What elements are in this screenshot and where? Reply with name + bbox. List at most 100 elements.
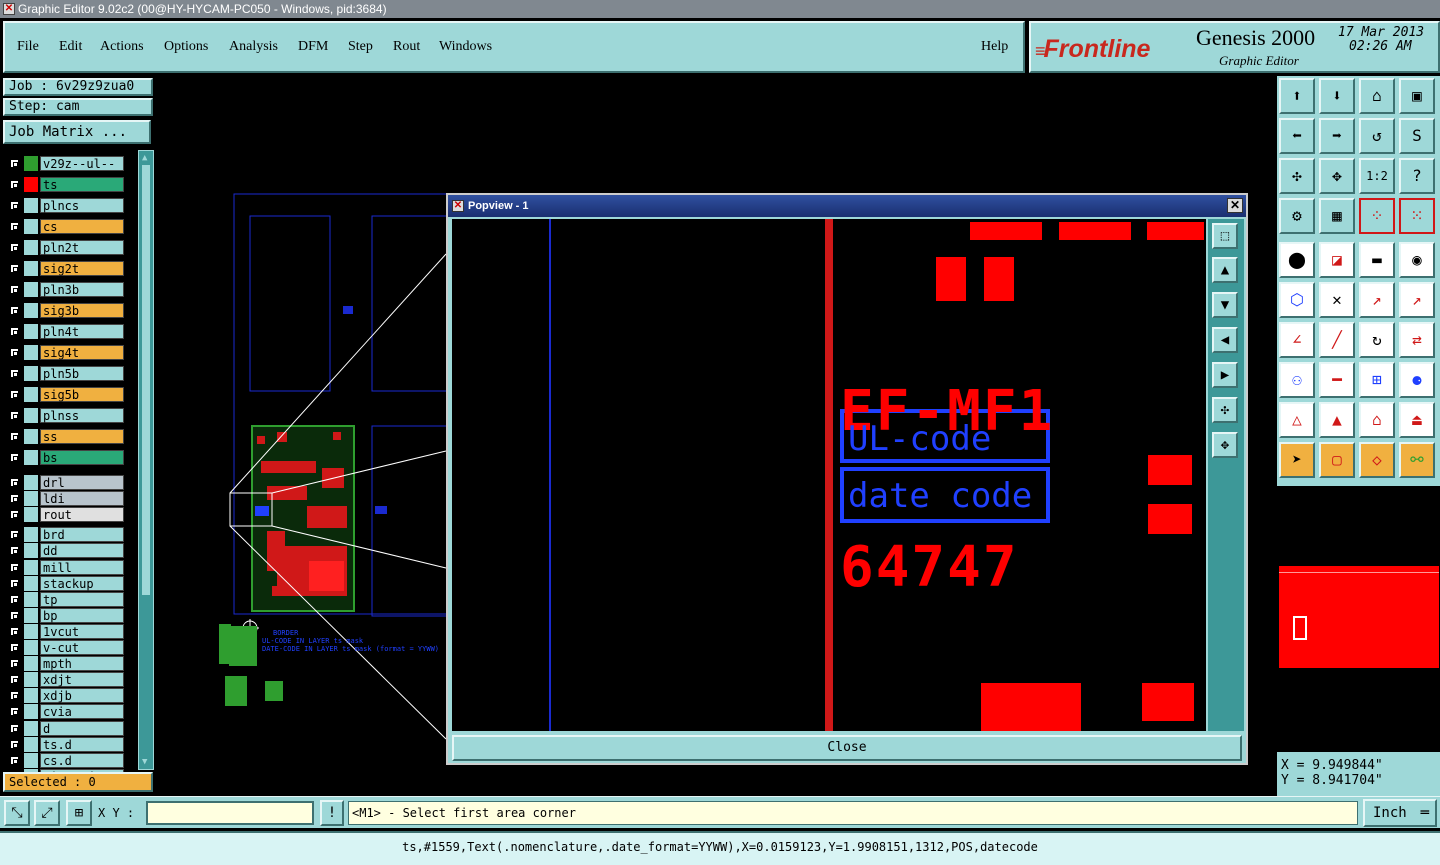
- snap-center-icon[interactable]: ⁙: [1399, 198, 1435, 234]
- layer-color-swatch[interactable]: [24, 575, 38, 591]
- layer-name[interactable]: sig3b: [40, 303, 124, 318]
- add-line-icon[interactable]: ◪: [1319, 242, 1355, 278]
- layer-name[interactable]: ss: [40, 429, 124, 444]
- select-pad-icon[interactable]: ◉: [1399, 242, 1435, 278]
- layer-checkbox[interactable]: [9, 754, 20, 766]
- layer-color-swatch[interactable]: [24, 198, 38, 213]
- layer-color-swatch[interactable]: [24, 324, 38, 339]
- popview-canvas[interactable]: EF-MF1 UL-code date code 64747: [452, 219, 1206, 731]
- measure-tool-icon[interactable]: ⤢: [34, 800, 60, 826]
- layer-checkbox[interactable]: [9, 221, 20, 232]
- layer-name[interactable]: sig4t: [40, 345, 124, 360]
- layer-color-swatch[interactable]: [24, 366, 38, 381]
- layer-name[interactable]: pln3b: [40, 282, 124, 297]
- layer-checkbox[interactable]: [9, 368, 20, 379]
- layer-row[interactable]: cvia: [6, 704, 126, 720]
- layer-checkbox[interactable]: [9, 242, 20, 253]
- move-icon[interactable]: ↗: [1359, 282, 1395, 318]
- layer-name[interactable]: tp: [40, 591, 124, 607]
- layer-color-swatch[interactable]: [24, 607, 38, 623]
- layer-row[interactable]: sig4t: [6, 345, 126, 360]
- layer-row[interactable]: mill: [6, 559, 126, 575]
- layer-color-swatch[interactable]: [24, 656, 38, 672]
- window-icon[interactable]: ▣: [1399, 78, 1435, 114]
- layer-name[interactable]: bp: [40, 607, 124, 623]
- layer-checkbox[interactable]: [9, 545, 20, 557]
- query-icon[interactable]: ?: [1399, 158, 1435, 194]
- layer-row[interactable]: stackup: [6, 575, 126, 591]
- zoom-center-icon[interactable]: ✥: [1319, 158, 1355, 194]
- layer-row[interactable]: pln5b: [6, 366, 126, 381]
- layer-color-swatch[interactable]: [24, 219, 38, 234]
- layer-checkbox[interactable]: [9, 410, 20, 421]
- layer-checkbox[interactable]: [9, 529, 20, 541]
- layer-row[interactable]: v29z--ul--: [6, 156, 126, 171]
- layer-color-swatch[interactable]: [24, 752, 38, 768]
- contour-icon[interactable]: ⌂: [1359, 402, 1395, 438]
- layer-checkbox[interactable]: [9, 158, 20, 169]
- layer-name[interactable]: xdjb: [40, 688, 124, 704]
- layer-color-swatch[interactable]: [24, 240, 38, 255]
- layer-row[interactable]: sig5b: [6, 387, 126, 402]
- layer-color-swatch[interactable]: [24, 156, 38, 171]
- layer-name[interactable]: drl: [40, 475, 124, 490]
- select-box-icon[interactable]: ▢: [1319, 442, 1355, 478]
- zoom-one-to-two-icon[interactable]: 1:2: [1359, 158, 1395, 194]
- connect-icon[interactable]: ⬡: [1279, 282, 1315, 318]
- pan-right-icon[interactable]: ➡: [1319, 118, 1355, 154]
- layer-checkbox[interactable]: [9, 493, 20, 505]
- layer-color-swatch[interactable]: [24, 282, 38, 297]
- xy-input[interactable]: [146, 801, 314, 825]
- layer-name[interactable]: dd: [40, 543, 124, 559]
- redraw-icon[interactable]: S: [1399, 118, 1435, 154]
- layer-color-swatch[interactable]: [24, 429, 38, 444]
- popview-close-button[interactable]: Close: [452, 735, 1242, 761]
- layer-color-swatch[interactable]: [24, 491, 38, 507]
- layer-name[interactable]: bs: [40, 450, 124, 465]
- layer-name[interactable]: brd: [40, 527, 124, 543]
- layer-checkbox[interactable]: [9, 200, 20, 211]
- layer-row[interactable]: xdjt: [6, 672, 126, 688]
- layer-row[interactable]: drl: [6, 475, 126, 490]
- popview-pan-down-icon[interactable]: ▼: [1212, 292, 1238, 318]
- layer-row[interactable]: brd: [6, 527, 126, 543]
- layer-name[interactable]: sig2t: [40, 261, 124, 276]
- layer-row[interactable]: sig2t: [6, 261, 126, 276]
- layer-checkbox[interactable]: [9, 738, 20, 750]
- zoom-fit-icon[interactable]: ✣: [1279, 158, 1315, 194]
- pad-stack-icon[interactable]: ⚇: [1279, 362, 1315, 398]
- zoom-extents-icon[interactable]: ⤡: [4, 800, 30, 826]
- select-net-icon[interactable]: ⚯: [1399, 442, 1435, 478]
- layer-name[interactable]: sig5b: [40, 387, 124, 402]
- delete-icon[interactable]: ✕: [1319, 282, 1355, 318]
- resize-icon[interactable]: ⊞: [1359, 362, 1395, 398]
- layer-row[interactable]: mpth: [6, 656, 126, 672]
- layer-color-swatch[interactable]: [24, 736, 38, 752]
- layer-name[interactable]: plncs: [40, 198, 124, 213]
- layer-row[interactable]: ss: [6, 429, 126, 444]
- layer-color-swatch[interactable]: [24, 408, 38, 423]
- layer-checkbox[interactable]: [9, 674, 20, 686]
- layer-checkbox[interactable]: [9, 179, 20, 190]
- layer-color-swatch[interactable]: [24, 672, 38, 688]
- layer-color-swatch[interactable]: [24, 261, 38, 276]
- transform-icon[interactable]: ⚈: [1399, 362, 1435, 398]
- scroll-up-icon[interactable]: ▲: [142, 153, 147, 163]
- layer-row[interactable]: d: [6, 720, 126, 736]
- layer-row[interactable]: ldi: [6, 491, 126, 507]
- popview-titlebar[interactable]: ✕ Popview - 1 ✕: [448, 195, 1246, 217]
- layer-name[interactable]: cs.d: [40, 752, 124, 768]
- layer-checkbox[interactable]: [9, 642, 20, 653]
- select-area-icon[interactable]: ◇: [1359, 442, 1395, 478]
- measure-icon[interactable]: ⚙: [1279, 198, 1315, 234]
- layer-row[interactable]: ts: [6, 177, 126, 192]
- layer-row[interactable]: rout: [6, 507, 126, 523]
- break-line-icon[interactable]: ━: [1319, 362, 1355, 398]
- mirror-icon[interactable]: ⇄: [1399, 322, 1435, 358]
- menu-actions[interactable]: Actions: [100, 39, 144, 55]
- menu-rout[interactable]: Rout: [393, 39, 420, 55]
- layer-name[interactable]: pln5b: [40, 366, 124, 381]
- layer-row[interactable]: ts.d: [6, 736, 126, 752]
- layer-name[interactable]: pln2t: [40, 240, 124, 255]
- layer-checkbox[interactable]: [9, 305, 20, 316]
